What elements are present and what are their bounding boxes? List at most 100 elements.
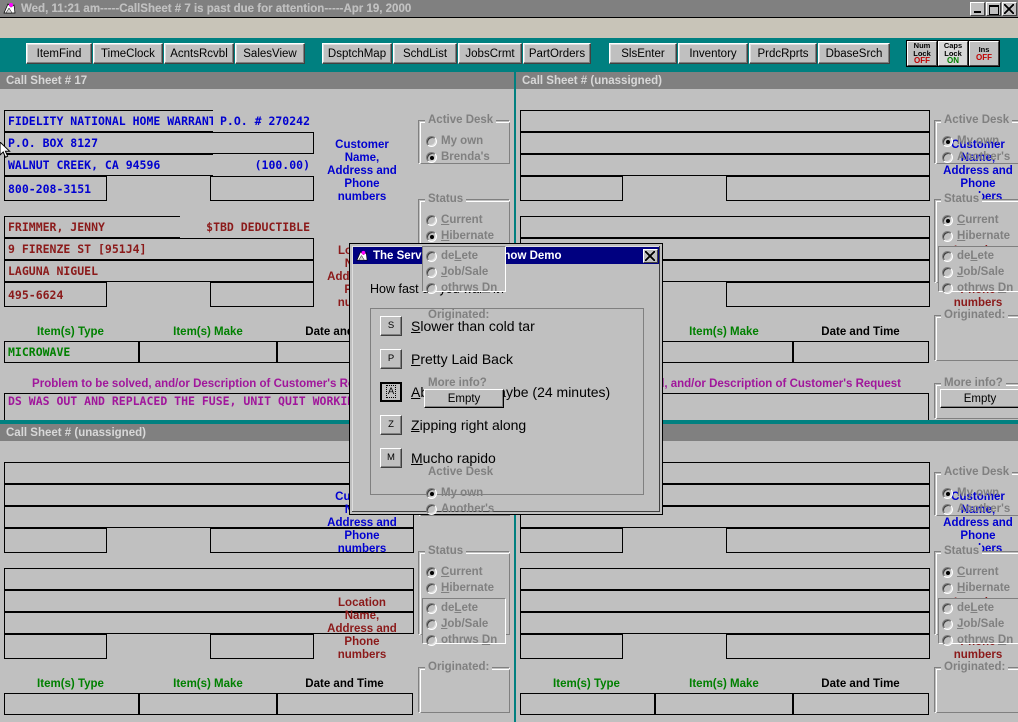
radio-label: Job/Sale xyxy=(957,266,1005,278)
customer-phone1-field[interactable] xyxy=(4,528,107,553)
location-phone2-field[interactable] xyxy=(726,282,930,307)
toolbar-button-timeclock[interactable]: TimeClock xyxy=(93,43,163,64)
radio-delete[interactable]: deLete xyxy=(942,602,994,614)
location-phone2-field[interactable] xyxy=(210,634,314,659)
radio-othrws-dn[interactable]: othrws Dn xyxy=(426,634,497,646)
toolbar-button-dbasesrch[interactable]: DbaseSrch xyxy=(818,43,890,64)
close-icon[interactable] xyxy=(643,248,658,263)
radio-my-own[interactable]: My own xyxy=(942,487,999,499)
customer-address2-field[interactable] xyxy=(520,154,930,176)
speed-option-p[interactable]: P Pretty Laid Back xyxy=(371,342,643,375)
speed-option-a[interactable]: A About right, maybe (24 minutes) xyxy=(371,375,643,408)
radio-dot xyxy=(426,618,437,630)
speed-option-s[interactable]: S Slower than cold tar xyxy=(371,309,643,342)
radio-current[interactable]: Current xyxy=(426,214,483,226)
close-icon[interactable] xyxy=(1002,1,1017,16)
radio-delete[interactable]: deLete xyxy=(942,250,994,262)
radio-othrws-dn[interactable]: othrws Dn xyxy=(426,282,497,294)
item-date-field[interactable] xyxy=(277,693,413,715)
radio-hibernate[interactable]: Hibernate xyxy=(942,582,1010,594)
radio-delete[interactable]: deLete xyxy=(426,602,478,614)
customer-phone2-field[interactable] xyxy=(210,176,314,201)
radio-delete[interactable]: deLete xyxy=(426,250,478,262)
location-name-field[interactable] xyxy=(520,216,930,238)
radio-jobsale[interactable]: Job/Sale xyxy=(942,266,1004,278)
customer-phone2-field[interactable] xyxy=(726,176,930,201)
radio-othrws-dn[interactable]: othrws Dn xyxy=(942,634,1013,646)
item-type-field[interactable] xyxy=(4,693,139,715)
location-name-field[interactable] xyxy=(4,568,414,590)
speed-option-key-button[interactable]: A xyxy=(380,381,402,402)
radio-my-own[interactable]: My own xyxy=(942,135,999,147)
item-make-field[interactable] xyxy=(139,341,277,363)
item-type-field[interactable] xyxy=(520,693,655,715)
radio-my-own[interactable]: My own xyxy=(426,487,483,499)
location-address2-field[interactable]: LAGUNA NIGUEL xyxy=(4,260,314,282)
location-phone1-field[interactable]: 495-6624 xyxy=(4,282,107,307)
toolbar-button-slsenter[interactable]: SlsEnter xyxy=(609,43,677,64)
item-type-field[interactable]: MICROWAVE xyxy=(4,341,139,363)
radio-hibernate[interactable]: Hibernate xyxy=(942,230,1010,242)
location-phone1-field[interactable] xyxy=(4,634,107,659)
location-name-field[interactable] xyxy=(520,568,930,590)
customer-phone2-field[interactable] xyxy=(726,528,930,553)
speed-option-key-button[interactable]: Z xyxy=(380,414,402,435)
minimize-icon[interactable] xyxy=(970,1,985,16)
radio-jobsale[interactable]: Job/Sale xyxy=(426,618,488,630)
customer-name-field[interactable] xyxy=(520,110,930,132)
location-phone2-field[interactable] xyxy=(726,634,930,659)
toolbar-button-itemfind[interactable]: ItemFind xyxy=(26,43,92,64)
location-phone2-field[interactable] xyxy=(210,282,314,307)
item-make-field[interactable] xyxy=(655,341,793,363)
maximize-icon[interactable] xyxy=(986,1,1001,16)
items-type-label: Item(s) Type xyxy=(553,678,620,690)
radio-label: othrws Dn xyxy=(957,282,1014,294)
toolbar-button-inventory[interactable]: Inventory xyxy=(678,43,748,64)
radio-anothers[interactable]: Another's xyxy=(426,503,494,515)
radio-jobsale[interactable]: Job/Sale xyxy=(942,618,1004,630)
speed-option-m[interactable]: M Mucho rapido xyxy=(371,441,643,474)
radio-brendas[interactable]: Brenda's xyxy=(426,151,490,163)
speed-option-z[interactable]: Z Zipping right along xyxy=(371,408,643,441)
location-address2-field[interactable] xyxy=(520,612,930,634)
toolbar-button-partorders[interactable]: PartOrders xyxy=(523,43,591,64)
customer-amount-field[interactable]: (100.00) xyxy=(213,154,314,176)
toolbar-button-acntsrcvbl[interactable]: AcntsRcvbl xyxy=(164,43,234,64)
radio-hibernate[interactable]: Hibernate xyxy=(426,230,494,242)
radio-current[interactable]: Current xyxy=(942,566,999,578)
toolbar-button-schdlist[interactable]: SchdList xyxy=(393,43,457,64)
customer-address1-field[interactable] xyxy=(520,132,930,154)
toolbar-button-prdcrprts[interactable]: PrdcRprts xyxy=(749,43,817,64)
speed-option-key-button[interactable]: P xyxy=(380,348,402,369)
customer-phone1-field[interactable] xyxy=(520,528,623,553)
item-date-field[interactable] xyxy=(793,693,929,715)
speed-option-key-button[interactable]: M xyxy=(380,447,402,468)
toolbar-button-jobscrmt[interactable]: JobsCrmt xyxy=(458,43,522,64)
item-make-field[interactable] xyxy=(139,693,277,715)
location-deductible-field[interactable]: $TBD DEDUCTIBLE xyxy=(180,216,314,238)
radio-label: othrws Dn xyxy=(957,634,1014,646)
radio-jobsale[interactable]: Job/Sale xyxy=(426,266,488,278)
item-date-field[interactable] xyxy=(793,341,929,363)
empty-button-top-left[interactable]: Empty xyxy=(424,389,504,408)
toolbar-button-salesview[interactable]: SalesView xyxy=(235,43,305,64)
radio-current[interactable]: Current xyxy=(942,214,999,226)
radio-my-own[interactable]: My own xyxy=(426,135,483,147)
customer-phone1-field[interactable]: 800-208-3151 xyxy=(4,176,107,201)
radio-hibernate[interactable]: Hibernate xyxy=(426,582,494,594)
location-address1-field[interactable] xyxy=(520,590,930,612)
customer-phone1-field[interactable] xyxy=(520,176,623,201)
customer-po-field[interactable]: P.O. # 270242 xyxy=(213,110,314,132)
speed-option-key-button[interactable]: S xyxy=(380,315,402,336)
radio-anothers[interactable]: Another's xyxy=(942,503,1010,515)
location-address1-field[interactable]: 9 FIRENZE ST [951J4] xyxy=(4,238,314,260)
radio-anothers[interactable]: Another's xyxy=(942,151,1010,163)
empty-button-top-right[interactable]: Empty xyxy=(940,389,1018,408)
sheet-header: Call Sheet # 17 xyxy=(0,72,514,89)
item-make-field[interactable] xyxy=(655,693,793,715)
toolbar-button-dsptchmap[interactable]: DsptchMap xyxy=(322,43,392,64)
customer-address1-field[interactable]: P.O. BOX 8127 xyxy=(4,132,314,154)
radio-othrws-dn[interactable]: othrws Dn xyxy=(942,282,1013,294)
location-phone1-field[interactable] xyxy=(520,634,623,659)
radio-current[interactable]: Current xyxy=(426,566,483,578)
